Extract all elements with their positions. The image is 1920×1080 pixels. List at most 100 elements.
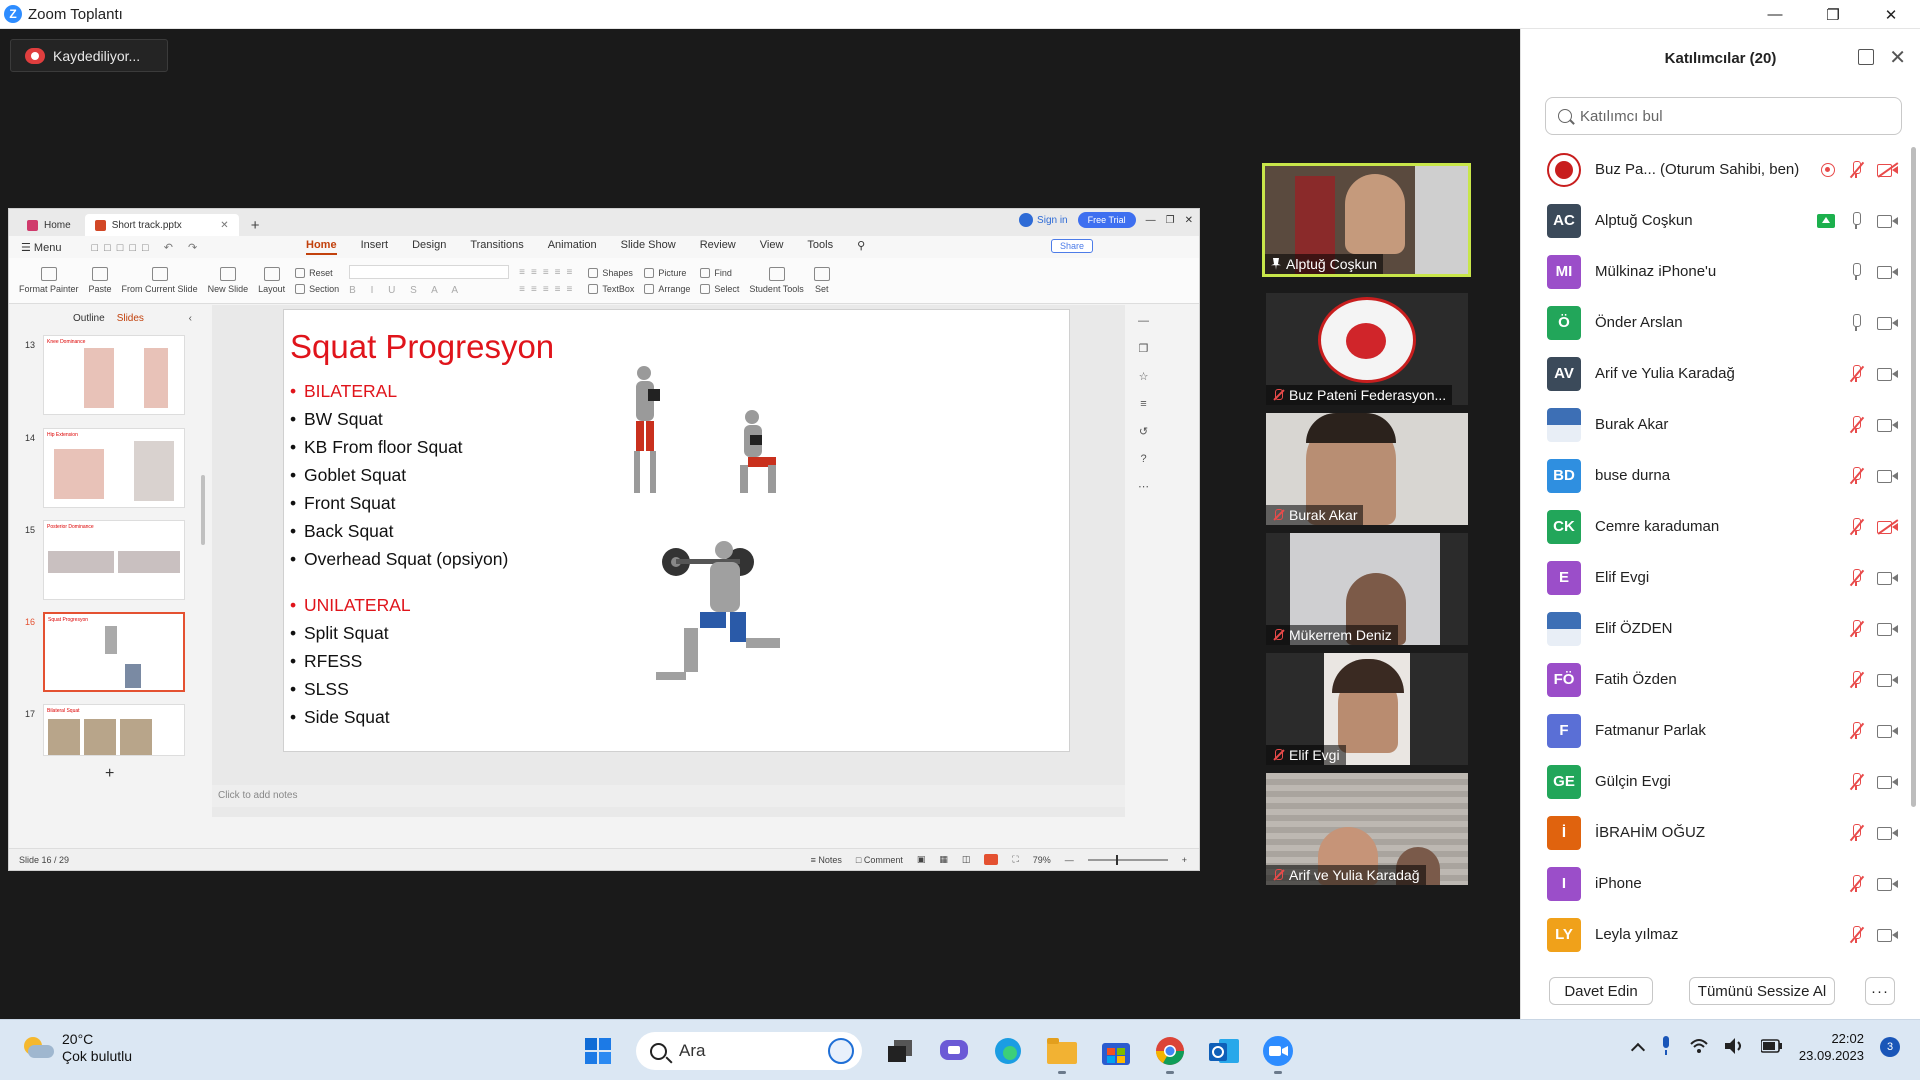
copy-icon[interactable]: ❐ <box>1139 342 1149 355</box>
participant-search[interactable] <box>1545 97 1902 135</box>
add-slide-button[interactable]: + <box>105 765 114 783</box>
camera-icon[interactable] <box>1877 469 1898 483</box>
menu-tab-insert[interactable]: Insert <box>361 239 389 255</box>
participant-row[interactable]: BD buse durna <box>1521 450 1909 501</box>
star-icon[interactable]: ☆ <box>1139 370 1149 383</box>
slide-thumbnail[interactable]: Hip Extension <box>43 428 185 508</box>
main-menu-button[interactable]: ☰ Menu <box>21 241 61 254</box>
history-icon[interactable]: ↺ <box>1139 425 1148 438</box>
more-options-button[interactable]: ··· <box>1865 977 1895 1005</box>
free-trial-button[interactable]: Free Trial <box>1077 212 1136 228</box>
menu-tab-home[interactable]: Home <box>306 239 337 255</box>
slide-thumbnail[interactable]: Knee Dominance <box>43 335 185 415</box>
participant-row[interactable]: CK Cemre karaduman <box>1521 501 1909 552</box>
normal-view-icon[interactable]: ▣ <box>917 854 926 865</box>
camera-off-icon[interactable] <box>1877 518 1899 535</box>
arrange-button[interactable]: Arrange <box>644 283 690 294</box>
comment-toggle[interactable]: □ Comment <box>856 855 903 865</box>
student-tools-button[interactable]: Student Tools <box>749 267 804 294</box>
slide-thumbnail[interactable]: Posterior Dominance <box>43 520 185 600</box>
wps-restore-button[interactable]: ❐ <box>1166 215 1175 226</box>
camera-icon[interactable] <box>1877 775 1898 789</box>
thumbnail-scrollbar[interactable] <box>201 475 205 545</box>
video-tile[interactable]: Arif ve Yulia Karadağ <box>1266 773 1468 885</box>
section-button[interactable]: Section <box>295 283 339 294</box>
camera-icon[interactable] <box>1877 367 1898 381</box>
video-tile[interactable]: Burak Akar <box>1266 413 1468 525</box>
more-icon[interactable]: ⋯ <box>1138 480 1149 493</box>
restore-button[interactable]: ❐ <box>1804 0 1862 29</box>
minus-icon[interactable]: — <box>1138 315 1149 327</box>
participant-row[interactable]: Elif ÖZDEN <box>1521 603 1909 654</box>
wps-home-tab[interactable]: Home <box>17 214 81 236</box>
windows-start-icon[interactable] <box>582 1035 614 1067</box>
close-button[interactable]: ✕ <box>1862 0 1920 29</box>
participant-row[interactable]: GE Gülçin Evgi <box>1521 756 1909 807</box>
mic-muted-icon[interactable] <box>1849 823 1865 842</box>
participant-row[interactable]: İ İBRAHİM OĞUZ <box>1521 807 1909 858</box>
slide-thumbnail[interactable]: Bilateral Squat <box>43 704 185 756</box>
camera-off-icon[interactable] <box>1877 161 1899 178</box>
microphone-icon[interactable] <box>1659 1035 1673 1059</box>
file-explorer-icon[interactable] <box>1046 1035 1078 1074</box>
notification-badge[interactable]: 3 <box>1880 1037 1900 1057</box>
notes-field[interactable]: Click to add notes <box>212 785 1162 807</box>
mic-muted-icon[interactable] <box>1849 772 1865 791</box>
video-tile[interactable]: Mükerrem Deniz <box>1266 533 1468 645</box>
chevron-up-icon[interactable] <box>1630 1042 1645 1057</box>
from-current-slide-button[interactable]: From Current Slide <box>122 267 198 294</box>
mic-icon[interactable] <box>1849 313 1863 332</box>
picture-button[interactable]: Picture <box>644 267 690 278</box>
collapse-pane-icon[interactable]: ‹ <box>189 313 192 324</box>
slide-thumbnail-selected[interactable]: Squat Progresyon <box>43 612 185 692</box>
menu-tab-design[interactable]: Design <box>412 239 446 255</box>
mic-muted-icon[interactable] <box>1849 925 1865 944</box>
wps-close-button[interactable]: ✕ <box>1185 215 1193 226</box>
popout-icon[interactable] <box>1858 49 1874 65</box>
zoom-out-icon[interactable]: — <box>1065 855 1074 865</box>
mic-muted-icon[interactable] <box>1849 721 1865 740</box>
video-tile-active[interactable]: Alptuğ Coşkun <box>1262 163 1471 277</box>
mic-muted-icon[interactable] <box>1849 568 1865 587</box>
recording-indicator[interactable]: Kaydediliyor... <box>10 39 168 72</box>
mic-muted-icon[interactable] <box>1849 364 1865 383</box>
menu-search-icon[interactable]: ⚲ <box>857 239 865 255</box>
participant-row[interactable]: LY Leyla yılmaz <box>1521 909 1909 960</box>
participant-row[interactable]: Buz Pa... (Oturum Sahibi, ben) <box>1521 144 1909 195</box>
video-tile[interactable]: Elif Evgi <box>1266 653 1468 765</box>
shapes-button[interactable]: Shapes <box>588 267 634 278</box>
format-painter-button[interactable]: Format Painter <box>19 267 79 294</box>
play-slideshow-icon[interactable] <box>984 854 999 865</box>
sorter-view-icon[interactable]: ▦ <box>939 854 948 865</box>
outline-tab[interactable]: Outline <box>73 313 105 324</box>
mic-icon[interactable] <box>1849 211 1863 230</box>
mic-muted-icon[interactable] <box>1849 466 1865 485</box>
camera-icon[interactable] <box>1877 265 1898 279</box>
video-tile[interactable]: Buz Pateni Federasyon... <box>1266 293 1468 405</box>
menu-tab-slide-show[interactable]: Slide Show <box>621 239 676 255</box>
menu-tab-review[interactable]: Review <box>700 239 736 255</box>
layout-button[interactable]: Layout <box>258 267 285 294</box>
wps-document-tab[interactable]: Short track.pptx ✕ <box>84 214 239 236</box>
zoom-app-icon[interactable] <box>1262 1035 1294 1074</box>
close-panel-icon[interactable]: ✕ <box>1889 45 1906 70</box>
camera-icon[interactable] <box>1877 316 1898 330</box>
mic-icon[interactable] <box>1849 262 1863 281</box>
menu-tab-transitions[interactable]: Transitions <box>470 239 523 255</box>
notes-toggle[interactable]: ≡ Notes <box>811 855 842 865</box>
quick-access-icons[interactable]: □□□□□ ↶ ↷ <box>91 241 203 254</box>
camera-icon[interactable] <box>1877 724 1898 738</box>
new-tab-button[interactable]: + <box>251 214 260 236</box>
sign-in-button[interactable]: Sign in <box>1019 213 1068 227</box>
wps-minimize-button[interactable]: — <box>1146 215 1156 226</box>
chrome-browser-icon[interactable] <box>1154 1035 1186 1074</box>
bing-icon[interactable] <box>828 1038 854 1064</box>
mic-muted-icon[interactable] <box>1849 619 1865 638</box>
system-clock[interactable]: 22:02 23.09.2023 <box>1799 1030 1864 1064</box>
participant-row[interactable]: IiPhone <box>1521 858 1909 909</box>
paragraph-buttons[interactable]: ≡≡≡≡≡ <box>519 267 578 278</box>
paste-button[interactable]: Paste <box>89 267 112 294</box>
participant-list-scrollbar[interactable] <box>1911 147 1916 807</box>
camera-icon[interactable] <box>1877 571 1898 585</box>
edge-browser-icon[interactable] <box>992 1035 1024 1067</box>
